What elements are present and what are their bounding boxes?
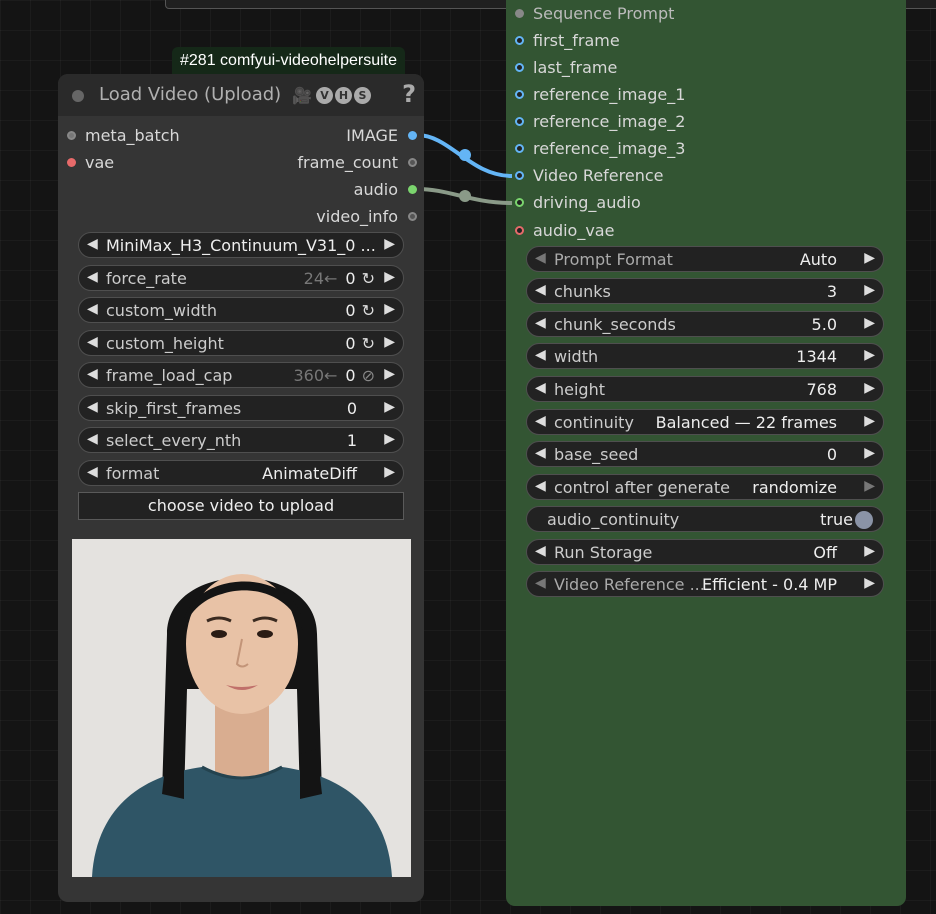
widget-video-file[interactable]: ◀ MiniMax_H3_Continuum_V31_0 ... ▶ <box>78 232 404 258</box>
vhs-badge-v: V <box>316 87 333 104</box>
widget-frame-load-cap[interactable]: ◀ frame_load_cap 360← 0 ⊘ ▶ <box>78 362 404 388</box>
output-audio-slot[interactable] <box>408 180 418 200</box>
arrow-left-icon[interactable]: ◀ <box>87 301 98 317</box>
widget-custom-height[interactable]: ◀ custom_height 0 ↻ ▶ <box>78 330 404 356</box>
reset-icon[interactable]: ↻ <box>362 269 375 288</box>
arrow-left-icon[interactable]: ◀ <box>87 366 98 382</box>
node-header[interactable]: Load Video (Upload) 🎥 V H S ? <box>58 74 424 116</box>
film-camera-icon: 🎥 <box>292 86 312 105</box>
arrow-right-icon[interactable]: ▶ <box>384 399 395 415</box>
arrow-left-icon[interactable]: ◀ <box>87 399 98 415</box>
input-label: meta_batch <box>85 126 180 145</box>
widget-value: 0 <box>345 269 356 288</box>
widget-value: 0 <box>346 399 357 418</box>
arrow-left-icon[interactable]: ◀ <box>87 269 98 285</box>
arrow-right-icon[interactable]: ▶ <box>384 464 395 480</box>
output-slot-dot[interactable] <box>408 185 417 194</box>
vhs-badge-s: S <box>354 87 371 104</box>
input-label: vae <box>85 153 115 172</box>
widget-format[interactable]: ◀ format AnimateDiff ▶ <box>78 460 404 486</box>
arrow-left-icon[interactable]: ◀ <box>87 431 98 447</box>
widget-value: 0 <box>345 366 356 385</box>
node-title: Load Video (Upload) <box>99 84 282 105</box>
arrow-left-icon[interactable]: ◀ <box>87 334 98 350</box>
input-slot-dot[interactable] <box>67 158 76 167</box>
portrait-preview-image <box>72 539 411 877</box>
choose-video-upload-button[interactable]: choose video to upload <box>78 492 404 520</box>
widget-select-every-nth[interactable]: ◀ select_every_nth 1 ▶ <box>78 427 404 453</box>
output-video-info-slot[interactable] <box>408 207 418 227</box>
output-label: frame_count <box>297 153 398 172</box>
input-slot-dot[interactable] <box>67 131 76 140</box>
disabled-icon[interactable]: ⊘ <box>362 366 375 385</box>
output-slot-dot[interactable] <box>408 158 417 167</box>
output-image-slot[interactable] <box>408 126 418 146</box>
node-source-badge: #281 comfyui-videohelpersuite <box>172 47 406 74</box>
video-preview <box>72 539 411 877</box>
widget-name: custom_width <box>106 301 218 320</box>
output-label: video_info <box>316 207 398 226</box>
widget-skip-first-frames[interactable]: ◀ skip_first_frames 0 ▶ <box>78 395 404 421</box>
widget-force-rate[interactable]: ◀ force_rate 24← 0 ↻ ▶ <box>78 265 404 291</box>
output-audio[interactable]: audio <box>354 180 398 200</box>
widget-custom-width[interactable]: ◀ custom_width 0 ↻ ▶ <box>78 297 404 323</box>
arrow-right-icon[interactable]: ▶ <box>384 269 395 285</box>
arrow-left-icon[interactable]: ◀ <box>87 236 98 252</box>
output-video-info[interactable]: video_info <box>316 207 398 227</box>
output-frame-count[interactable]: frame_count <box>297 153 398 173</box>
widget-name: skip_first_frames <box>106 399 242 418</box>
widget-value: 0 <box>345 301 356 320</box>
widget-name: frame_load_cap <box>106 366 233 385</box>
widget-name: select_every_nth <box>106 431 242 450</box>
widget-name: custom_height <box>106 334 224 353</box>
load-video-node[interactable]: Load Video (Upload) 🎥 V H S ? meta_batch… <box>58 74 424 902</box>
widget-name: format <box>106 464 160 483</box>
arrow-right-icon[interactable]: ▶ <box>384 301 395 317</box>
output-label: audio <box>353 180 398 199</box>
widget-value: 1 <box>346 431 357 450</box>
arrow-right-icon[interactable]: ▶ <box>384 236 395 252</box>
help-icon[interactable]: ? <box>402 80 416 108</box>
widget-value: AnimateDiff <box>262 464 357 483</box>
output-frame-count-slot[interactable] <box>408 153 418 173</box>
widget-value: 0 <box>345 334 356 353</box>
output-label: IMAGE <box>346 126 398 145</box>
vhs-badge-h: H <box>335 87 352 104</box>
widget-value: MiniMax_H3_Continuum_V31_0 ... <box>106 236 376 255</box>
arrow-right-icon[interactable]: ▶ <box>384 366 395 382</box>
reset-icon[interactable]: ↻ <box>362 334 375 353</box>
link-midpoint[interactable] <box>459 149 471 161</box>
arrow-left-icon[interactable]: ◀ <box>87 464 98 480</box>
output-slot-dot[interactable] <box>408 212 417 221</box>
link-midpoint[interactable] <box>459 190 471 202</box>
reset-icon[interactable]: ↻ <box>362 301 375 320</box>
widget-default-hint: 360← <box>293 366 338 385</box>
output-slot-dot[interactable] <box>408 131 417 140</box>
arrow-right-icon[interactable]: ▶ <box>384 334 395 350</box>
widget-name: force_rate <box>106 269 187 288</box>
widget-default-hint: 24← <box>303 269 338 288</box>
output-image[interactable]: IMAGE <box>346 126 398 146</box>
collapse-dot[interactable] <box>72 90 84 102</box>
arrow-right-icon[interactable]: ▶ <box>384 431 395 447</box>
